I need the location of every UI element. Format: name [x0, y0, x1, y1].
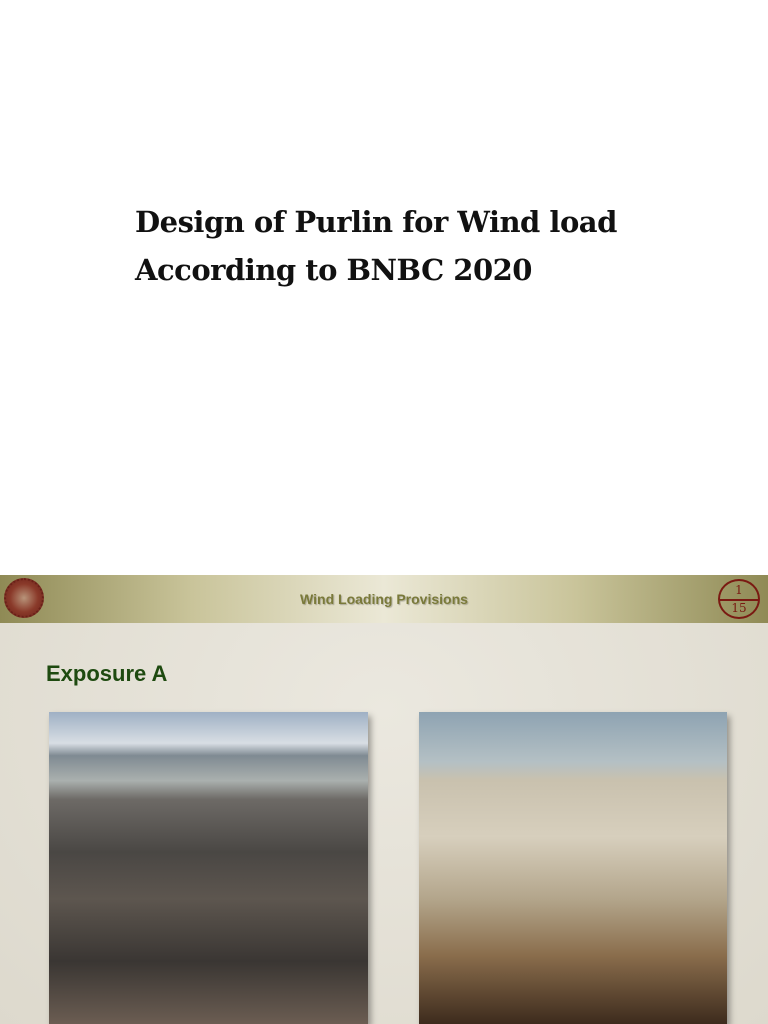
slide: Wind Loading Provisions 1 15 Exposure A [0, 575, 768, 1024]
banner-title: Wind Loading Provisions [300, 591, 468, 607]
document-title: Design of Purlin for Wind load According… [135, 198, 617, 294]
city-skyline-photo-right [419, 712, 727, 1024]
city-skyline-photo-left [49, 712, 368, 1024]
page-current: 1 [735, 583, 743, 597]
title-line-1: Design of Purlin for Wind load [135, 205, 617, 239]
page-indicator: 1 15 [718, 579, 760, 619]
slide-heading: Exposure A [46, 661, 168, 686]
slide-banner: Wind Loading Provisions 1 15 [0, 575, 768, 623]
title-line-2: According to BNBC 2020 [135, 253, 532, 287]
page-total: 15 [731, 601, 747, 615]
title-page: Design of Purlin for Wind load According… [0, 0, 768, 575]
